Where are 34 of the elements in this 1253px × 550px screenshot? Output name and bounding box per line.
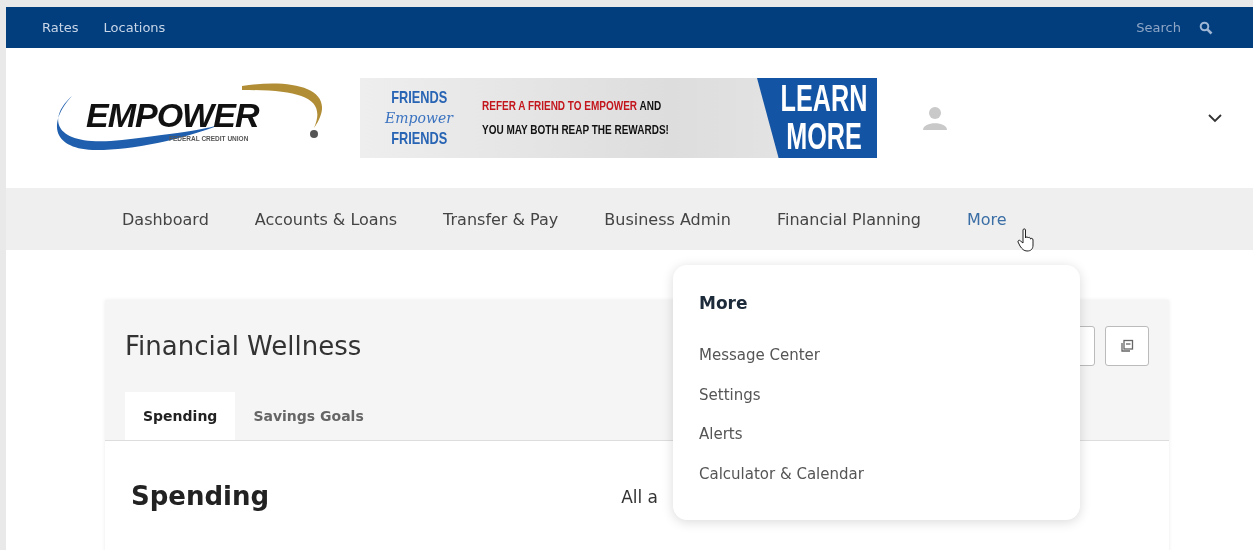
tab[interactable]: Savings Goals <box>235 392 382 440</box>
banner-text: MORE <box>786 118 862 156</box>
menu-item[interactable]: Calculator & Calendar <box>699 463 864 484</box>
banner-text: FRIENDS <box>391 87 447 109</box>
filter-text: All a <box>621 487 659 507</box>
card-title: Financial Wellness <box>125 331 362 361</box>
banner-text: Empower <box>385 110 453 126</box>
nav-item[interactable]: Dashboard <box>122 209 209 229</box>
top-link[interactable]: Rates <box>42 20 79 35</box>
top-link[interactable]: Locations <box>103 20 166 35</box>
logo-wordmark: EMPOWER <box>86 96 259 135</box>
nav-item[interactable]: Business Admin <box>604 209 731 229</box>
learn-more-panel[interactable]: LEARN MORE <box>757 78 877 158</box>
nav-item[interactable]: Financial Planning <box>776 209 921 229</box>
chevron-down-icon[interactable] <box>1207 113 1223 123</box>
banner-text: FRIENDS <box>391 128 447 150</box>
nav-item[interactable]: Accounts & Loans <box>254 209 398 229</box>
copy-button[interactable] <box>1105 326 1149 366</box>
menu-title: More <box>699 293 748 313</box>
menu-item[interactable]: Settings <box>699 384 761 405</box>
section-title: Spending <box>131 481 270 511</box>
banner-text: REFER A FRIEND TO EMPOWER <box>482 98 638 113</box>
banner-text: AND <box>639 98 662 113</box>
tab[interactable]: Spending <box>125 392 236 440</box>
promo-banner[interactable]: FRIENDS Empower FRIENDS REFER A FRIEND TO EMPOWER AND YOU MAY BOTH REAP THE REWARDS! LEARN MORE <box>360 78 877 158</box>
search-icon[interactable] <box>1199 20 1213 35</box>
banner-text: YOU MAY BOTH REAP THE REWARDS! <box>482 122 669 137</box>
search-link[interactable]: Search <box>1136 20 1181 35</box>
nav-item[interactable]: More <box>967 209 1007 229</box>
menu-item[interactable]: Alerts <box>699 424 743 444</box>
menu-item[interactable]: Message Center <box>699 345 820 365</box>
nav-item[interactable]: Transfer & Pay <box>443 209 559 229</box>
banner-text: LEARN <box>780 80 868 118</box>
copy-icon <box>1120 339 1134 353</box>
